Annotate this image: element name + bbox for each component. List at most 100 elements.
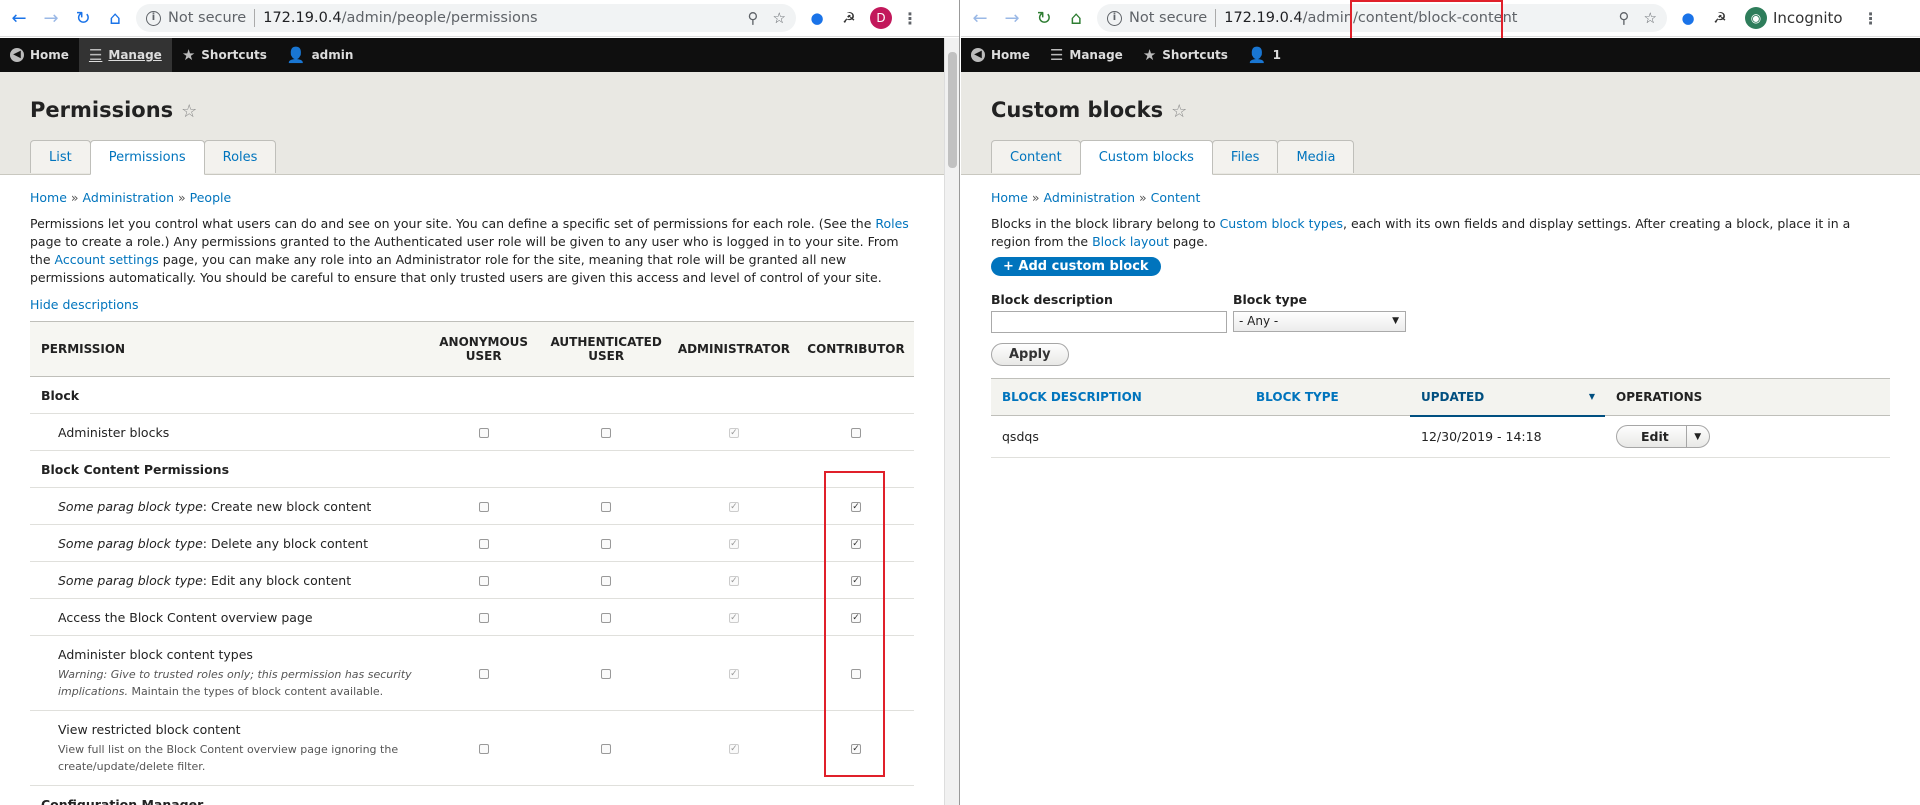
cell-description: qsdqs [991,415,1245,458]
tab-media[interactable]: Media [1277,140,1355,173]
forward-icon[interactable]: → [999,5,1025,31]
toolbar-user[interactable]: 👤 admin [277,38,364,72]
breadcrumb-content[interactable]: Content [1151,190,1201,205]
checkbox[interactable] [478,576,489,586]
breadcrumb-home[interactable]: Home [30,190,67,205]
checkbox[interactable] [601,428,612,438]
toolbar-shortcuts[interactable]: ★ Shortcuts [1133,38,1238,72]
checkbox[interactable] [601,539,612,549]
add-custom-block-button[interactable]: + Add custom block [991,257,1161,276]
tab-roles[interactable]: Roles [203,140,277,173]
bookmark-star-icon[interactable]: ☆ [773,9,786,27]
checkbox[interactable] [478,502,489,512]
incognito-icon: ◉ [1745,7,1767,29]
checkbox[interactable] [478,613,489,623]
right-browser-window: ← → ↻ ⌂ i Not secure 172.19.0.4/admin/co… [961,0,1920,805]
tab-list[interactable]: List [30,140,91,173]
col-updated[interactable]: UPDATED ▼ [1410,378,1605,417]
forward-icon[interactable]: → [38,5,64,31]
bookmark-star-icon[interactable]: ☆ [1644,9,1657,27]
block-type-select[interactable]: - Any - ▼ [1233,311,1406,332]
back-icon[interactable]: ← [6,5,32,31]
tab-custom-blocks[interactable]: Custom blocks [1079,140,1213,175]
shortcut-star-icon[interactable]: ☆ [1171,101,1187,122]
drupal-toolbar: ◀ Home ☰ Manage ★ Shortcuts 👤 admin [0,38,959,72]
custom-block-types-link[interactable]: Custom block types [1220,216,1343,231]
incognito-badge[interactable]: ◉ Incognito [1741,4,1853,32]
account-settings-link[interactable]: Account settings [55,252,159,267]
table-row: Access the Block Content overview page ✓… [30,598,914,636]
col-operations: OPERATIONS [1605,378,1890,416]
zoom-icon[interactable]: ⚲ [1619,9,1630,27]
highlight-box-contributor [824,471,885,777]
checkbox[interactable] [601,669,612,679]
table-row: View restricted block content View full … [30,710,914,786]
checkbox[interactable] [478,428,489,438]
primary-tabs: Content Custom blocks Files Media [991,140,1355,175]
cell-updated: 12/30/2019 - 14:18 [1410,415,1605,458]
edit-button[interactable]: Edit [1617,426,1687,447]
block-description-label: Block description [991,292,1113,307]
star-icon: ★ [1142,46,1157,64]
breadcrumb-home[interactable]: Home [991,190,1028,205]
url-host: 172.19.0.4 [263,10,342,26]
reload-icon[interactable]: ↻ [70,5,96,31]
roles-link[interactable]: Roles [875,216,908,231]
toolbar-shortcuts[interactable]: ★ Shortcuts [172,38,277,72]
browser-chrome-left: ← → ↻ ⌂ i Not secure 172.19.0.4/admin/pe… [0,0,959,37]
module-block: Block [30,376,914,414]
col-block-description[interactable]: BLOCK DESCRIPTION [991,378,1245,416]
extension-icon[interactable]: ● [806,7,828,29]
checkbox[interactable] [478,669,489,679]
checkbox[interactable] [478,744,489,754]
extension-2-icon[interactable]: ☭ [838,7,860,29]
extension-2-icon[interactable]: ☭ [1709,7,1731,29]
block-description-input[interactable] [991,311,1227,333]
menu-kebab-icon[interactable]: ⋮ [902,9,918,28]
page-header: Custom blocks ☆ Content Custom blocks Fil… [961,72,1920,175]
toolbar-manage[interactable]: ☰ Manage [1040,38,1133,72]
breadcrumb-people[interactable]: People [190,190,232,205]
breadcrumb-administration[interactable]: Administration [1044,190,1135,205]
checkbox[interactable] [601,502,612,512]
home-icon[interactable]: ⌂ [1063,5,1089,31]
toolbar-manage[interactable]: ☰ Manage [78,38,172,72]
home-icon[interactable]: ⌂ [102,5,128,31]
info-icon[interactable]: i [1107,10,1122,26]
contributor-checkbox[interactable] [851,428,862,438]
checkbox[interactable] [601,744,612,754]
tab-permissions[interactable]: Permissions [89,140,205,175]
breadcrumb-administration[interactable]: Administration [83,190,174,205]
main-content: Home » Administration » People Permissio… [30,190,914,805]
dropbutton-toggle-icon[interactable]: ▼ [1687,432,1709,442]
zoom-icon[interactable]: ⚲ [748,9,759,27]
security-label: Not secure [1129,10,1208,26]
profile-avatar[interactable]: D [870,7,892,29]
checkbox-disabled: ✓ [728,539,739,549]
tab-content[interactable]: Content [991,140,1081,173]
url-host: 172.19.0.4 [1224,10,1303,26]
home-circle-icon: ◀ [10,48,24,62]
shortcut-star-icon[interactable]: ☆ [181,101,197,122]
hide-descriptions-link[interactable]: Hide descriptions [30,297,138,312]
checkbox[interactable] [601,613,612,623]
reload-icon[interactable]: ↻ [1031,5,1057,31]
scrollbar[interactable] [944,38,959,805]
checkbox[interactable] [478,539,489,549]
block-layout-link[interactable]: Block layout [1092,234,1169,249]
toolbar-home[interactable]: ◀ Home [961,38,1040,72]
info-icon[interactable]: i [146,10,161,26]
col-permission: PERMISSION [30,321,425,377]
address-bar[interactable]: i Not secure 172.19.0.4/admin/people/per… [136,4,796,32]
toolbar-home[interactable]: ◀ Home [0,38,79,72]
col-anonymous: ANONYMOUS USER [424,321,543,377]
toolbar-user[interactable]: 👤 1 [1238,38,1291,72]
col-block-type[interactable]: BLOCK TYPE [1245,378,1410,416]
extension-icon[interactable]: ● [1677,7,1699,29]
apply-button[interactable]: Apply [991,343,1069,366]
back-icon[interactable]: ← [967,5,993,31]
menu-kebab-icon[interactable]: ⋮ [1863,9,1879,28]
tab-files[interactable]: Files [1211,140,1279,173]
scrollbar-thumb[interactable] [948,52,957,168]
checkbox[interactable] [601,576,612,586]
